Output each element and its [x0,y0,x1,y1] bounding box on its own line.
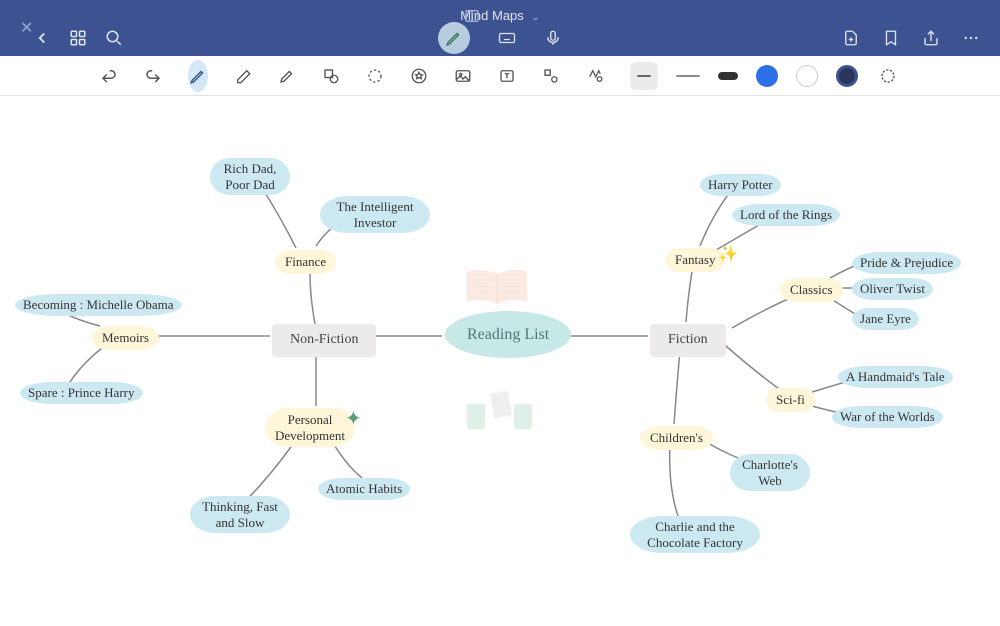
highlighter-icon[interactable] [278,64,296,88]
node-label: Rich Dad, Poor Dad [224,161,277,192]
node-label: Non-Fiction [290,332,358,347]
add-page-icon[interactable] [842,29,860,47]
toolbar-right [630,62,900,90]
node-label: Lord of the Rings [740,207,832,222]
color-picker-icon[interactable] [876,64,900,88]
leaf-pride[interactable]: Pride & Prejudice [852,252,961,274]
root-label: Reading List [467,326,549,343]
lasso-icon[interactable] [366,64,384,88]
leaf-intelligent-investor[interactable]: The Intelligent Investor [320,196,430,233]
node-label: Memoirs [102,330,149,345]
stroke-thin[interactable] [676,75,700,77]
tape-icon[interactable] [586,64,604,88]
node-finance[interactable]: Finance [275,250,336,274]
leaf-thinking[interactable]: Thinking, Fast and Slow [190,496,290,533]
text-icon[interactable] [498,64,516,88]
image-icon[interactable] [454,64,472,88]
leaf-rich-dad[interactable]: Rich Dad, Poor Dad [210,158,290,195]
node-label: Harry Potter [708,177,773,192]
search-icon[interactable] [105,29,123,47]
node-scifi[interactable]: Sci-fi [766,388,815,412]
shape-tool-icon[interactable] [322,64,340,88]
node-label: Atomic Habits [326,481,402,496]
grid-icon[interactable] [69,29,87,47]
undo-icon[interactable] [100,64,118,88]
node-label: Pride & Prejudice [860,255,953,270]
leaf-spare[interactable]: Spare : Prince Harry [20,382,143,404]
node-label: Finance [285,254,326,269]
node-personal-dev[interactable]: Personal Development [265,408,355,447]
app-header: ✕ Mind Maps ⌄ [0,0,1000,56]
node-label: Personal Development [275,412,345,443]
leaf-handmaid[interactable]: A Handmaid's Tale [838,366,953,388]
node-label: A Handmaid's Tale [846,369,945,384]
color-navy-selected[interactable] [836,65,858,87]
draw-mode-icon[interactable] [438,22,470,54]
leaf-charlotte[interactable]: Charlotte's Web [730,454,810,491]
pen-tool-icon[interactable] [188,60,208,92]
bookmark-icon[interactable] [882,29,900,47]
stroke-weight-selector[interactable] [630,62,658,90]
leaf-oliver[interactable]: Oliver Twist [852,278,933,300]
connectors [0,96,1000,626]
node-memoirs[interactable]: Memoirs [92,326,159,350]
node-childrens[interactable]: Children's [640,426,713,450]
leaf-lotr[interactable]: Lord of the Rings [732,204,840,226]
node-label: Jane Eyre [860,311,911,326]
sparkle-icon: ✨ [718,244,738,264]
node-label: Thinking, Fast and Slow [202,499,278,530]
elements-icon[interactable] [542,64,560,88]
root-node[interactable]: Reading List [445,311,571,358]
node-label: Fantasy [675,252,715,267]
redo-icon[interactable] [144,64,162,88]
share-icon[interactable] [922,29,940,47]
leaf-atomic[interactable]: Atomic Habits [318,478,410,500]
node-label: War of the Worlds [840,409,935,424]
branch-nonfiction[interactable]: Non-Fiction [272,324,376,357]
node-label: Oliver Twist [860,281,925,296]
leaf-harry-potter[interactable]: Harry Potter [700,174,781,196]
more-icon[interactable] [962,29,980,47]
favorite-tool-icon[interactable] [410,64,428,88]
leaf-becoming[interactable]: Becoming : Michelle Obama [15,294,182,316]
keyboard-icon[interactable] [498,29,516,47]
color-white[interactable] [796,65,818,87]
leaf-jane[interactable]: Jane Eyre [852,308,919,330]
microphone-icon[interactable] [544,29,562,47]
star-icon: ✦ [345,406,362,431]
node-classics[interactable]: Classics [780,278,843,302]
node-fantasy[interactable]: Fantasy [665,248,725,272]
node-label: Children's [650,430,703,445]
node-label: Classics [790,282,833,297]
back-icon[interactable] [33,29,51,47]
leaf-wotw[interactable]: War of the Worlds [832,406,943,428]
node-label: Spare : Prince Harry [28,385,135,400]
node-label: Fiction [668,332,708,347]
node-label: Sci-fi [776,392,805,407]
eraser-icon[interactable] [234,64,252,88]
mindmap-canvas[interactable]: Reading List Non-Fiction Fiction Finance… [0,96,1000,622]
branch-fiction[interactable]: Fiction [650,324,726,357]
leaf-charlie[interactable]: Charlie and the Chocolate Factory [630,516,760,553]
color-blue[interactable] [756,65,778,87]
node-label: Charlie and the Chocolate Factory [647,519,743,550]
node-label: Becoming : Michelle Obama [23,297,174,312]
drawing-toolbar [0,56,1000,96]
close-icon[interactable]: ✕ [20,18,33,38]
node-label: The Intelligent Investor [337,199,414,230]
node-label: Charlotte's Web [742,457,798,488]
stroke-thick[interactable] [718,72,738,80]
